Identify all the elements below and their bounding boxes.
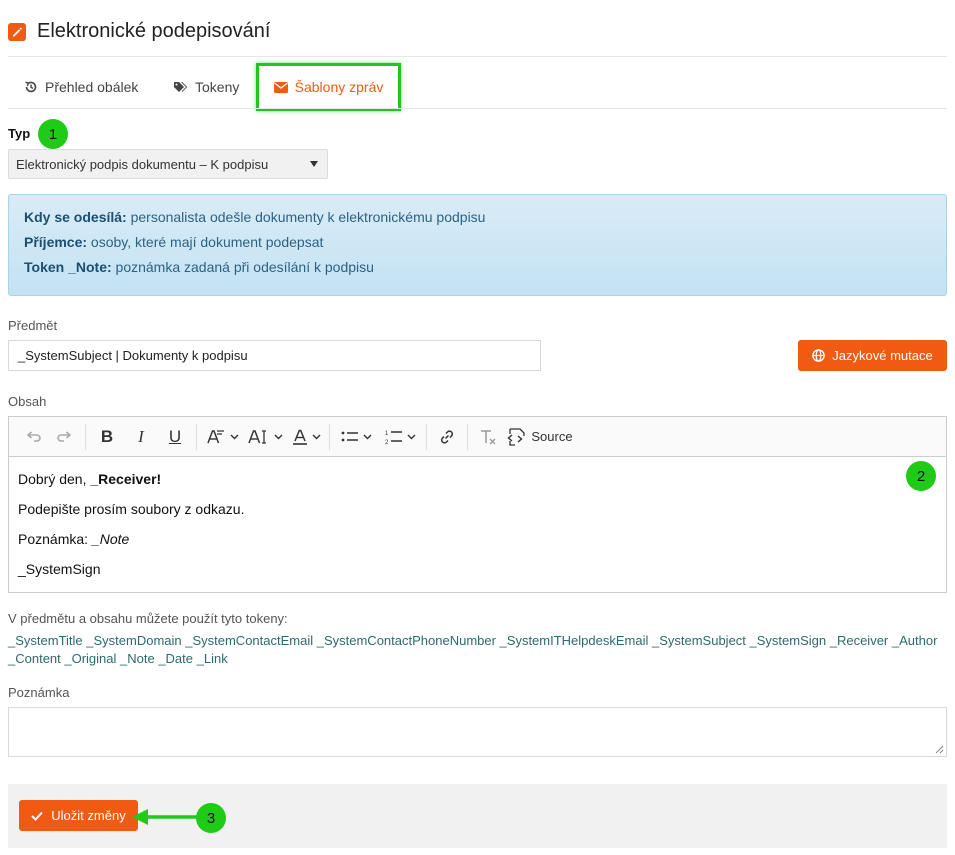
source-label: Source: [531, 429, 573, 444]
bulleted-list-icon[interactable]: [334, 423, 378, 451]
toolbar-separator: [85, 423, 86, 450]
edit-icon: [8, 22, 26, 41]
editor-line: Dobrý den, _Receiver!: [18, 471, 162, 487]
chevron-down-icon: [230, 434, 238, 439]
toolbar-separator: [467, 423, 468, 450]
editor-content[interactable]: Dobrý den, _Receiver! Podepište prosím s…: [9, 457, 946, 593]
callout-arrow-icon: [132, 809, 198, 825]
undo-icon[interactable]: [17, 423, 49, 451]
tab-bar: Přehled obálek Tokeny Šablony zpráv: [8, 63, 401, 111]
page-header: Elektronické podepisování: [8, 20, 270, 43]
tab-tokens[interactable]: Tokeny: [157, 66, 241, 108]
bold-icon[interactable]: B: [90, 423, 124, 451]
underline-icon[interactable]: U: [158, 423, 192, 451]
header-divider: [8, 56, 947, 57]
font-family-icon[interactable]: [201, 423, 243, 451]
font-color-icon[interactable]: [287, 423, 325, 451]
note-textarea[interactable]: [8, 707, 947, 757]
callout-badge-1: 1: [38, 119, 68, 149]
save-label: Uložit změny: [51, 808, 126, 823]
type-select[interactable]: Elektronický podpis dokumentu – K podpis…: [8, 149, 328, 179]
tags-icon: [174, 81, 188, 92]
language-mutations-label: Jazykové mutace: [832, 348, 933, 363]
tokens-label: V předmětu a obsahu můžete použít tyto t…: [8, 611, 288, 626]
link-icon[interactable]: [431, 423, 463, 451]
svg-text:1: 1: [385, 431, 389, 437]
source-button[interactable]: Source: [504, 423, 576, 451]
chevron-down-icon: [312, 434, 320, 439]
italic-icon[interactable]: I: [124, 423, 158, 451]
note-label: Poznámka: [8, 685, 70, 700]
envelope-icon: [273, 81, 288, 93]
editor-line: Podepište prosím soubory z odkazu.: [18, 501, 245, 517]
rich-text-editor: B I U 12 Source Dobrý den, _Receiver! Po…: [8, 416, 947, 593]
numbered-list-icon[interactable]: 12: [378, 423, 422, 451]
type-label: Typ: [8, 126, 31, 141]
info-box: Kdy se odesílá: personalista odešle doku…: [8, 194, 947, 296]
tab-message-templates[interactable]: Šablony zpráv: [256, 63, 401, 111]
page-title: Elektronické podepisování: [37, 20, 271, 42]
tab-label: Šablony zpráv: [294, 79, 384, 95]
callout-badge-2: 2: [906, 461, 936, 491]
body-label: Obsah: [8, 394, 47, 409]
svg-text:2: 2: [385, 440, 389, 445]
editor-toolbar: B I U 12 Source: [9, 417, 946, 457]
info-line-recipient: Příjemce: osoby, které mají dokument pod…: [24, 234, 324, 250]
tab-label: Tokeny: [195, 79, 240, 95]
toolbar-separator: [329, 423, 330, 450]
source-icon: [507, 427, 526, 446]
font-size-icon[interactable]: [243, 423, 287, 451]
caret-down-icon: [310, 161, 318, 167]
subject-label: Předmět: [8, 318, 58, 333]
chevron-down-icon: [274, 434, 282, 439]
tab-label: Přehled obálek: [45, 79, 139, 95]
editor-line: Poznámka: _Note: [18, 531, 130, 547]
history-icon: [25, 81, 37, 93]
resize-handle-icon[interactable]: [935, 745, 944, 754]
save-button[interactable]: Uložit změny: [19, 800, 138, 831]
info-line-token: Token _Note: poznámka zadaná při odesílá…: [24, 259, 374, 275]
chevron-down-icon: [363, 434, 371, 439]
tabs-divider: [8, 108, 947, 109]
tab-envelope-overview[interactable]: Přehled obálek: [8, 66, 157, 108]
check-icon: [31, 811, 44, 821]
type-select-value: Elektronický podpis dokumentu – K podpis…: [16, 156, 269, 172]
toolbar-separator: [426, 423, 427, 450]
redo-icon[interactable]: [49, 423, 81, 451]
subject-value: _SystemSubject | Dokumenty k podpisu: [18, 348, 248, 363]
remove-format-icon[interactable]: [472, 423, 504, 451]
tokens-list: _SystemTitle _SystemDomain _SystemContac…: [8, 633, 938, 666]
globe-icon: [812, 349, 826, 362]
chevron-down-icon: [407, 434, 415, 439]
toolbar-separator: [196, 423, 197, 450]
subject-input[interactable]: _SystemSubject | Dokumenty k podpisu: [8, 340, 541, 371]
editor-line: _SystemSign: [18, 561, 101, 577]
language-mutations-button[interactable]: Jazykové mutace: [798, 340, 947, 371]
info-line-when: Kdy se odesílá: personalista odešle doku…: [24, 209, 486, 225]
callout-badge-3: 3: [196, 803, 226, 833]
